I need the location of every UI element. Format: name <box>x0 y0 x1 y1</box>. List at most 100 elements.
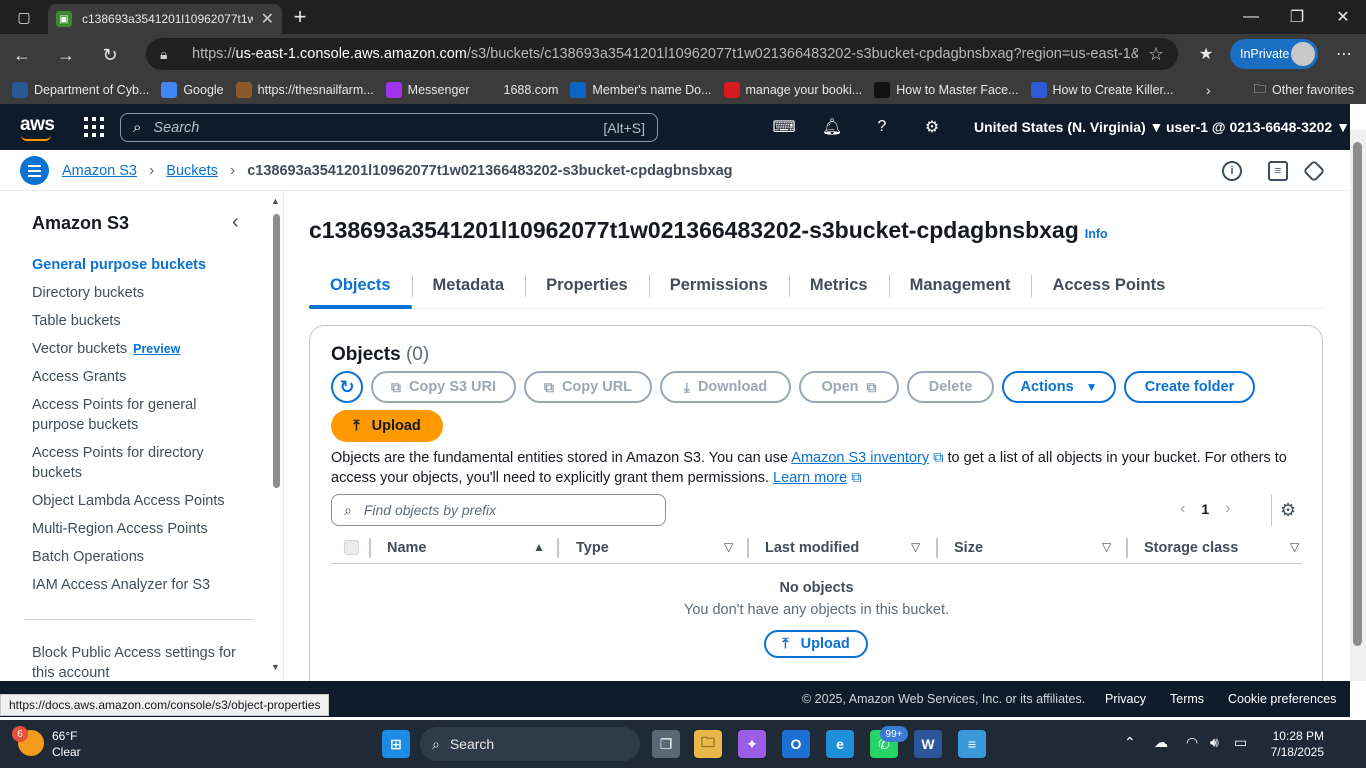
file-explorer-icon[interactable]: 🗀 <box>694 730 722 758</box>
wifi-icon[interactable]: ◠ <box>1186 734 1198 751</box>
chevron-right-icon[interactable]: › <box>1206 76 1211 104</box>
copilot-icon[interactable]: ✦ <box>738 730 766 758</box>
minimize-icon[interactable]: — <box>1228 0 1274 34</box>
scrollbar-thumb[interactable] <box>273 214 280 488</box>
battery-icon[interactable]: ▭ <box>1234 734 1247 751</box>
scroll-down-icon[interactable]: ▼ <box>271 662 280 672</box>
settings-panel-icon[interactable] <box>1302 159 1326 183</box>
word-icon[interactable]: W <box>914 730 942 758</box>
create-folder-button[interactable]: Create folder <box>1124 371 1255 403</box>
scroll-up-icon[interactable]: ▲ <box>271 196 280 206</box>
sidebar-item-object-lambda-access-points[interactable]: Object Lambda Access Points <box>32 491 252 511</box>
preview-badge[interactable]: Preview <box>133 342 180 356</box>
show-hidden-icons-icon[interactable]: ⌃ <box>1124 734 1136 751</box>
taskbar-search[interactable]: ⌕ Search <box>420 727 640 761</box>
new-tab-button[interactable]: + <box>282 4 318 30</box>
lock-icon[interactable]: 🔒︎ <box>160 46 182 63</box>
copy-s3-uri-button[interactable]: ⧉ Copy S3 URI <box>371 371 516 403</box>
column-name[interactable]: Name ▲ <box>387 540 545 556</box>
table-preferences-gear-icon[interactable]: ⚙ <box>1280 500 1296 521</box>
notifications-panel-icon[interactable]: ≡ <box>1268 161 1288 181</box>
windows-start-icon[interactable]: ⊞ <box>382 730 410 758</box>
column-size[interactable]: Size ▽ <box>954 540 1111 556</box>
sidebar-item-directory-buckets[interactable]: Directory buckets <box>32 283 252 303</box>
bookmark-item[interactable]: How to Master Face... <box>874 82 1019 98</box>
previous-page-icon[interactable]: ‹ <box>1180 500 1185 518</box>
page-scrollbar[interactable] <box>1350 130 1366 681</box>
task-view-icon[interactable]: ❐ <box>652 730 680 758</box>
download-button[interactable]: ⤓ Download <box>660 371 791 403</box>
info-icon[interactable]: i <box>1222 161 1242 181</box>
column-type[interactable]: Type ▽ <box>576 540 733 556</box>
address-bar[interactable]: 🔒︎ https://us-east-1.console.aws.amazon.… <box>146 38 1178 70</box>
upload-button[interactable]: ⤒ Upload <box>331 410 443 442</box>
bookmark-item[interactable]: 1688.com <box>481 82 558 98</box>
column-last-modified[interactable]: Last modified ▽ <box>765 540 920 556</box>
sidebar-item-multi-region-access-points[interactable]: Multi-Region Access Points <box>32 519 252 539</box>
refresh-button[interactable]: ↻ <box>331 371 363 403</box>
sidebar-item-iam-access-analyzer-for-s3[interactable]: IAM Access Analyzer for S3 <box>32 575 252 595</box>
region-selector[interactable]: United States (N. Virginia) ▼ <box>974 119 1163 135</box>
refresh-icon[interactable]: ↻ <box>88 37 132 73</box>
bookmark-item[interactable]: Member's name Do... <box>570 82 712 98</box>
page-number[interactable]: 1 <box>1201 501 1209 517</box>
notepad-icon[interactable]: ≡ <box>958 730 986 758</box>
other-favorites[interactable]: 🗀 Other favorites <box>1254 76 1355 104</box>
next-page-icon[interactable]: › <box>1225 500 1230 518</box>
tab-permissions[interactable]: Permissions <box>648 267 789 307</box>
more-options-icon[interactable]: ⋯ <box>1328 38 1360 70</box>
cookie-preferences-link[interactable]: Cookie preferences <box>1228 692 1336 706</box>
breadcrumb-amazon-s3[interactable]: Amazon S3 <box>62 163 137 179</box>
outlook-icon[interactable]: O <box>782 730 810 758</box>
learn-more-link[interactable]: Learn more <box>773 470 847 486</box>
find-objects-input[interactable]: ⌕ Find objects by prefix <box>331 494 666 526</box>
privacy-link[interactable]: Privacy <box>1105 692 1146 706</box>
settings-gear-icon[interactable]: ⚙ <box>922 117 942 137</box>
sidebar-item-access-grants[interactable]: Access Grants <box>32 367 252 387</box>
tab-access-points[interactable]: Access Points <box>1031 267 1186 307</box>
bookmark-item[interactable]: https://thesnailfarm... <box>235 82 374 98</box>
bookmark-item[interactable]: Department of Cyb... <box>12 82 149 98</box>
tab-properties[interactable]: Properties <box>525 267 649 307</box>
sidebar-item-vector-buckets[interactable]: Vector buckets Preview <box>32 339 252 359</box>
services-grid-icon[interactable] <box>84 117 104 137</box>
sidebar-item-batch-operations[interactable]: Batch Operations <box>32 547 252 567</box>
info-link[interactable]: Info <box>1085 227 1108 241</box>
tab-objects[interactable]: Objects <box>309 267 412 309</box>
scrollbar-thumb[interactable] <box>1353 142 1362 646</box>
volume-icon[interactable]: 🔊︎ <box>1210 734 1219 751</box>
onedrive-icon[interactable]: ☁ <box>1154 734 1168 751</box>
favorite-star-icon[interactable]: ☆ <box>1148 44 1164 65</box>
open-button[interactable]: Open ⧉ <box>799 371 899 403</box>
sidebar-item-block-public-access[interactable]: Block Public Access settings for this ac… <box>32 643 252 681</box>
sidebar-scrollbar[interactable]: ▲ ▼ <box>270 196 282 678</box>
bookmark-item[interactable]: How to Create Killer... <box>1030 82 1173 98</box>
favorites-icon[interactable]: ★ <box>1190 38 1222 70</box>
delete-button[interactable]: Delete <box>907 371 994 403</box>
help-icon[interactable]: ? <box>872 117 892 137</box>
tab-close-icon[interactable]: ✕ <box>261 9 274 29</box>
inprivate-badge[interactable]: InPrivate <box>1230 39 1318 69</box>
tab-metrics[interactable]: Metrics <box>788 267 889 307</box>
terms-link[interactable]: Terms <box>1170 692 1204 706</box>
notifications-bell-icon[interactable]: 🔔︎ <box>822 117 842 137</box>
bookmark-item[interactable]: Messenger <box>385 82 470 98</box>
tab-management[interactable]: Management <box>888 267 1032 307</box>
s3-inventory-link[interactable]: Amazon S3 inventory <box>791 450 929 466</box>
actions-button[interactable]: Actions ▼ <box>1002 371 1116 403</box>
close-sidebar-icon[interactable]: ‹ <box>232 211 239 234</box>
system-clock[interactable]: 10:28 PM 7/18/2025 <box>1268 728 1324 760</box>
tab-metadata[interactable]: Metadata <box>411 267 526 307</box>
sidebar-item-table-buckets[interactable]: Table buckets <box>32 311 252 331</box>
weather-widget[interactable]: 6 66°F Clear <box>12 726 81 760</box>
account-menu[interactable]: user-1 @ 0213-6648-3202 ▼ <box>1166 119 1350 135</box>
sidebar-item-access-points-for-directory-buckets[interactable]: Access Points for directory buckets <box>32 443 252 483</box>
cloudshell-icon[interactable]: ⌨ <box>772 117 795 137</box>
browser-tab-active[interactable]: ▣ c138693a3541201l10962077t1w0 ✕ <box>48 4 282 34</box>
restore-icon[interactable]: ❐ <box>1274 0 1320 34</box>
select-all-checkbox[interactable] <box>344 540 359 555</box>
bookmark-item[interactable]: Google <box>161 82 224 98</box>
edge-browser-icon[interactable]: e <box>826 730 854 758</box>
copy-url-button[interactable]: ⧉ Copy URL <box>524 371 652 403</box>
back-icon[interactable]: ← <box>0 37 44 73</box>
